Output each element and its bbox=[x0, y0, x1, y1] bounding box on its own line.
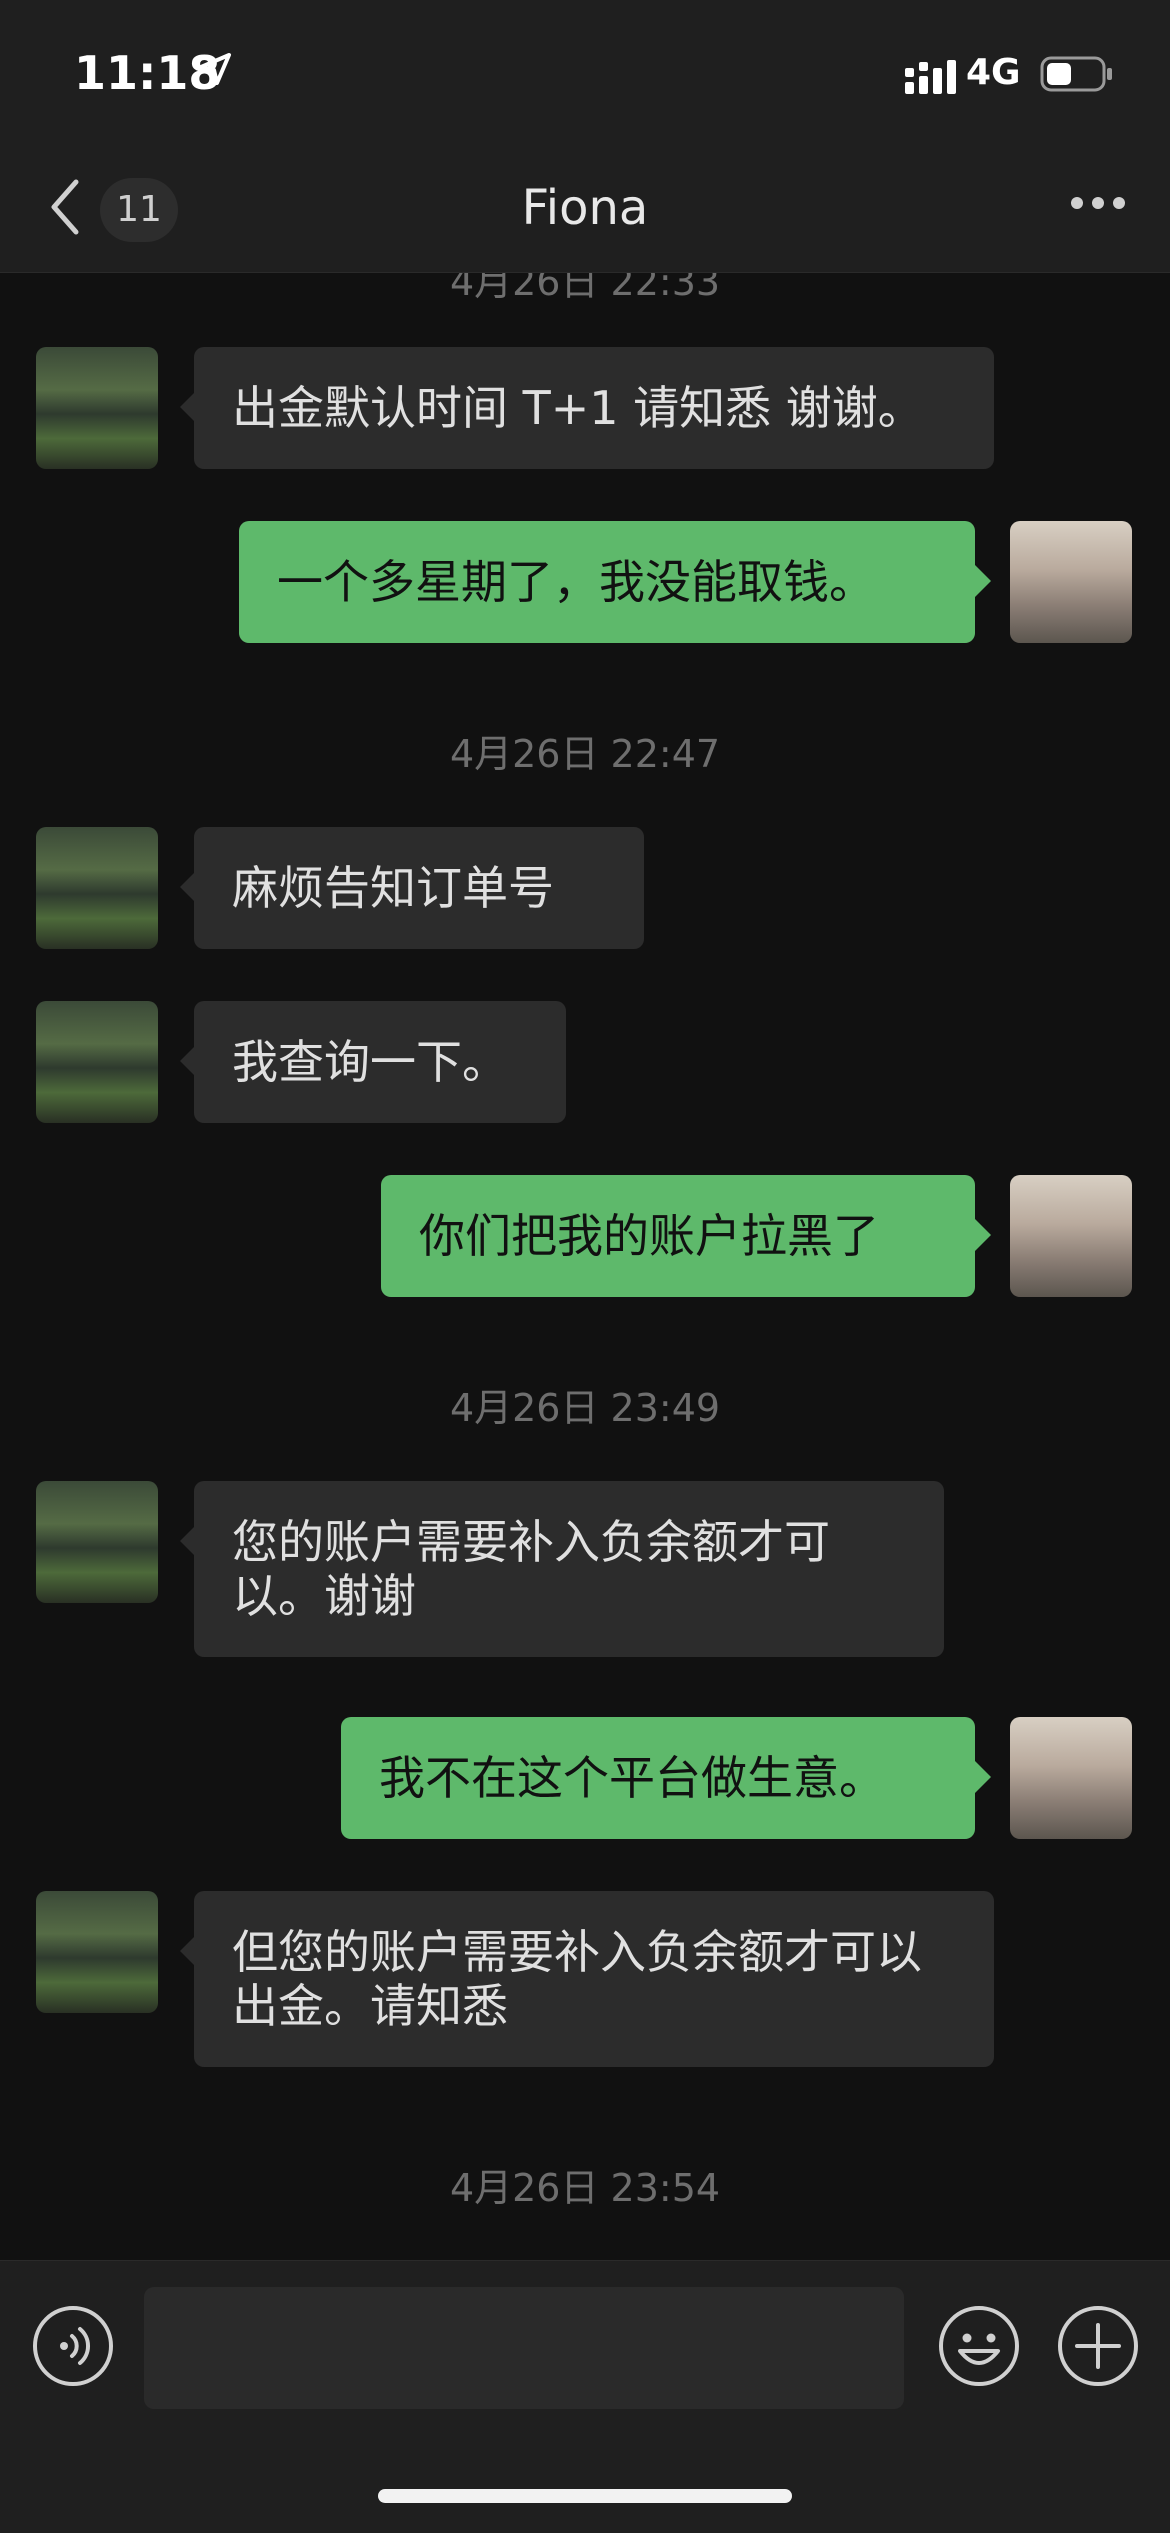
status-bar: 11:18 4G bbox=[0, 0, 1170, 150]
network-label: 4G bbox=[966, 52, 1021, 93]
input-bar bbox=[0, 2260, 1170, 2533]
outgoing-message[interactable]: 一个多星期了，我没能取钱。 bbox=[239, 521, 975, 643]
message-list[interactable]: 4月26日 22:33 出金默认时间 T+1 请知悉 谢谢。 一个多星期了，我没… bbox=[0, 273, 1170, 2260]
message-timestamp: 4月26日 23:54 bbox=[449, 2166, 721, 2210]
incoming-message[interactable]: 我查询一下。 bbox=[194, 1001, 566, 1123]
incoming-message[interactable]: 但您的账户需要补入负余额才可以出金。请知悉 bbox=[194, 1891, 994, 2067]
more-options-icon[interactable] bbox=[1070, 196, 1126, 210]
outgoing-message[interactable]: 你们把我的账户拉黑了 bbox=[381, 1175, 975, 1297]
location-arrow-icon bbox=[199, 53, 231, 85]
home-indicator[interactable] bbox=[378, 2489, 792, 2503]
self-avatar[interactable] bbox=[1010, 1175, 1132, 1297]
message-timestamp: 4月26日 22:33 bbox=[449, 273, 721, 304]
message-timestamp: 4月26日 23:49 bbox=[449, 1386, 721, 1430]
contact-avatar[interactable] bbox=[36, 1481, 158, 1603]
incoming-message[interactable]: 麻烦告知订单号 bbox=[194, 827, 644, 949]
incoming-message[interactable]: 您的账户需要补入负余额才可以。谢谢 bbox=[194, 1481, 944, 1657]
bubble-tail bbox=[975, 565, 991, 597]
message-timestamp: 4月26日 22:47 bbox=[449, 732, 721, 776]
emoji-icon[interactable] bbox=[936, 2303, 1022, 2389]
self-avatar[interactable] bbox=[1010, 1717, 1132, 1839]
bubble-tail bbox=[975, 1761, 991, 1793]
chat-header: 11 Fiona bbox=[0, 150, 1170, 273]
contact-avatar[interactable] bbox=[36, 1001, 158, 1123]
battery-icon bbox=[1040, 56, 1112, 92]
signal-strength-icon bbox=[905, 60, 956, 94]
contact-avatar[interactable] bbox=[36, 1891, 158, 2013]
incoming-message[interactable]: 出金默认时间 T+1 请知悉 谢谢。 bbox=[194, 347, 994, 469]
contact-avatar[interactable] bbox=[36, 827, 158, 949]
outgoing-message[interactable]: 我不在这个平台做生意。 bbox=[341, 1717, 975, 1839]
voice-input-icon[interactable] bbox=[30, 2303, 116, 2389]
contact-avatar[interactable] bbox=[36, 347, 158, 469]
self-avatar[interactable] bbox=[1010, 521, 1132, 643]
bubble-tail bbox=[975, 1219, 991, 1251]
message-input[interactable] bbox=[144, 2287, 904, 2409]
add-attachment-icon[interactable] bbox=[1055, 2303, 1141, 2389]
chat-title: Fiona bbox=[521, 180, 649, 236]
